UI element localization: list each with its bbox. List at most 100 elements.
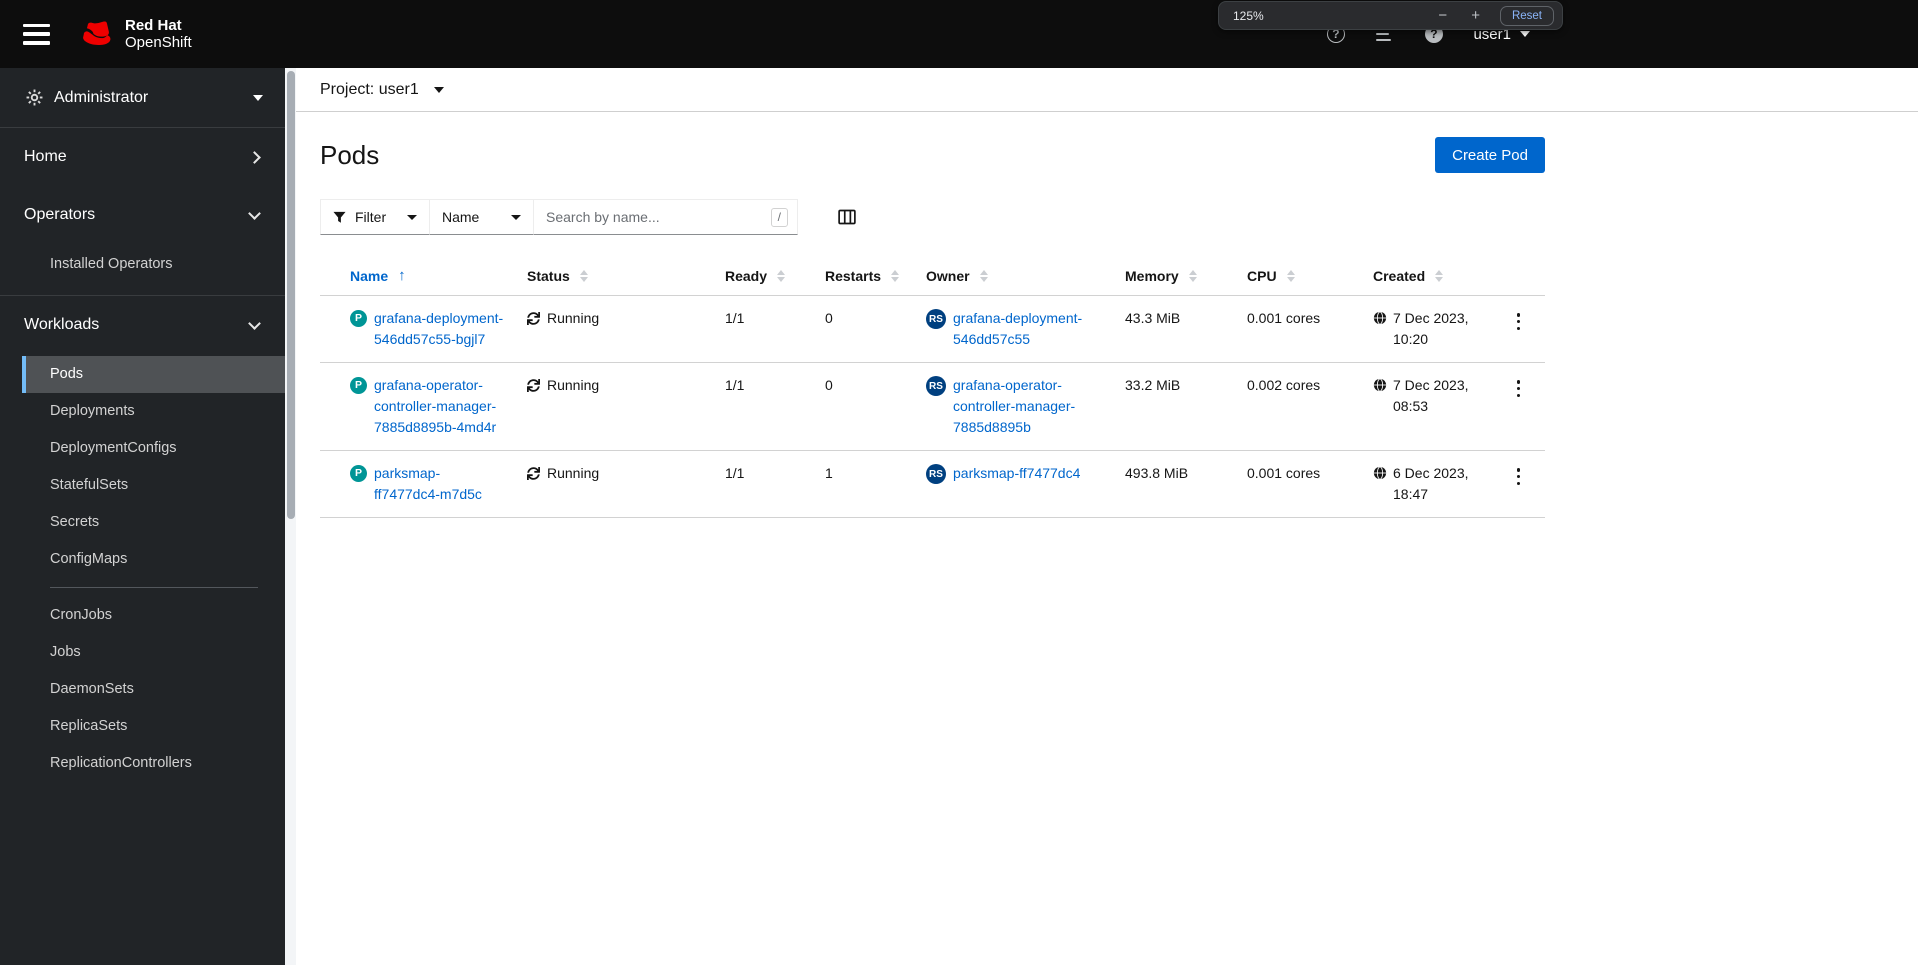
filter-toolbar: Filter Name /: [320, 199, 1545, 235]
owner-link[interactable]: grafana-operator-controller-manager-7885…: [953, 375, 1093, 438]
pod-badge: P: [350, 310, 367, 327]
replicaset-badge: RS: [926, 309, 946, 329]
owner-link[interactable]: grafana-deployment-546dd57c55: [953, 308, 1093, 350]
timestamp: 7 Dec 2023, 08:53: [1393, 377, 1469, 414]
chevron-down-icon: [248, 316, 261, 330]
owner-link[interactable]: parksmap-ff7477dc4: [953, 463, 1080, 484]
chevron-down-icon: [1520, 31, 1530, 37]
zoom-out-button[interactable]: −: [1434, 6, 1451, 25]
sidebar-item-deploymentconfigs[interactable]: DeploymentConfigs: [22, 430, 285, 467]
chevron-down-icon: [248, 206, 261, 220]
sidebar-item-statefulsets[interactable]: StatefulSets: [22, 467, 285, 504]
filter-dropdown[interactable]: Filter: [320, 199, 430, 235]
gear-icon: [26, 89, 43, 106]
column-header-status[interactable]: Status: [511, 259, 709, 296]
create-pod-button[interactable]: Create Pod: [1435, 137, 1545, 173]
replicaset-badge: RS: [926, 464, 946, 484]
column-header-owner[interactable]: Owner: [910, 259, 1109, 296]
project-selector[interactable]: Project: user1: [296, 68, 1918, 112]
home-label: Home: [24, 148, 67, 165]
sidebar-item-secrets[interactable]: Secrets: [22, 504, 285, 541]
timestamp: 7 Dec 2023, 10:20: [1393, 310, 1469, 347]
project-label: Project: user1: [320, 80, 419, 98]
status-text: Running: [547, 377, 600, 393]
column-header-memory[interactable]: Memory: [1109, 259, 1231, 296]
column-header-name[interactable]: Name ↑: [320, 259, 511, 296]
filter-label: Filter: [355, 209, 387, 225]
sort-ascending-icon: ↑: [398, 267, 406, 284]
memory-cell: 493.8 MiB: [1109, 450, 1231, 518]
nav-section-operators: Operators Installed Operators: [0, 186, 285, 295]
chevron-right-icon: [248, 150, 261, 164]
sort-icon: [579, 269, 588, 282]
restarts-cell: 1: [809, 450, 910, 518]
sidebar-nav: Administrator Home Operators Installed O…: [0, 68, 296, 965]
sort-icon: [777, 269, 786, 282]
column-header-actions: [1492, 259, 1545, 296]
attribute-dropdown[interactable]: Name: [429, 199, 534, 235]
sidebar-item-replicationcontrollers[interactable]: ReplicationControllers: [22, 745, 285, 782]
sort-icon: [891, 269, 900, 282]
sidebar-item-replicasets[interactable]: ReplicaSets: [22, 708, 285, 745]
operators-label: Operators: [24, 206, 96, 223]
sidebar-item-deployments[interactable]: Deployments: [22, 393, 285, 430]
caret-down-icon: [253, 94, 263, 101]
column-header-ready[interactable]: Ready: [709, 259, 809, 296]
memory-cell: 43.3 MiB: [1109, 295, 1231, 363]
ready-cell: 1/1: [709, 295, 809, 363]
sidebar-item-pods[interactable]: Pods: [22, 356, 285, 393]
memory-cell: 33.2 MiB: [1109, 362, 1231, 451]
sidebar-item-installed-operators[interactable]: Installed Operators: [22, 246, 285, 283]
menu-toggle-icon[interactable]: [23, 23, 50, 45]
kebab-menu-button[interactable]: [1511, 466, 1527, 487]
filter-icon: [333, 211, 346, 223]
kebab-menu-button[interactable]: [1511, 311, 1527, 332]
column-header-cpu[interactable]: CPU: [1231, 259, 1357, 296]
brand-line1: Red Hat: [125, 17, 182, 34]
pod-name-link[interactable]: parksmap-ff7477dc4-m7d5c: [374, 463, 505, 505]
pods-table: Name ↑ Status Ready Restarts Owner Memory…: [320, 259, 1545, 518]
sidebar-item-configmaps[interactable]: ConfigMaps: [22, 541, 285, 578]
sidebar-item-operators[interactable]: Operators: [0, 186, 285, 244]
perspective-switcher[interactable]: Administrator: [0, 68, 285, 128]
brand-text: Red Hat OpenShift: [125, 17, 192, 51]
zoom-reset-button[interactable]: Reset: [1499, 5, 1554, 26]
sort-icon: [1435, 269, 1444, 282]
sort-icon: [1188, 269, 1197, 282]
attribute-label: Name: [442, 209, 480, 225]
zoom-level: 125%: [1233, 8, 1264, 23]
search-box: /: [533, 199, 798, 235]
caret-down-icon: [433, 86, 444, 93]
status-text: Running: [547, 310, 600, 326]
nav-section-home: Home: [0, 128, 285, 186]
search-input[interactable]: [546, 209, 771, 225]
kebab-menu-button[interactable]: [1511, 378, 1527, 399]
pod-name-link[interactable]: grafana-deployment-546dd57c55-bgjl7: [374, 308, 505, 350]
brand-logo[interactable]: Red Hat OpenShift: [77, 17, 192, 51]
pod-badge: P: [350, 377, 367, 394]
nav-divider: [50, 587, 258, 588]
column-header-restarts[interactable]: Restarts: [809, 259, 910, 296]
sidebar-item-daemonsets[interactable]: DaemonSets: [22, 671, 285, 708]
redhat-fedora-icon: [83, 21, 111, 46]
table-row: Pgrafana-deployment-546dd57c55-bgjl7 Run…: [320, 295, 1545, 363]
column-header-created[interactable]: Created: [1357, 259, 1492, 296]
sidebar-scrollbar[interactable]: [285, 68, 296, 965]
sidebar-item-home[interactable]: Home: [0, 128, 285, 186]
sidebar-item-jobs[interactable]: Jobs: [22, 634, 285, 671]
column-management-button[interactable]: [835, 205, 859, 229]
cpu-cell: 0.001 cores: [1231, 450, 1357, 518]
brand-line2: OpenShift: [125, 34, 192, 51]
globe-icon: [1373, 311, 1387, 325]
masthead: Red Hat OpenShift ? ? user1 125% − + Res…: [0, 0, 1918, 68]
workloads-label: Workloads: [24, 316, 100, 333]
pod-name-link[interactable]: grafana-operator-controller-manager-7885…: [374, 375, 505, 438]
scrollbar-thumb[interactable]: [286, 71, 295, 519]
sort-icon: [1286, 269, 1295, 282]
caret-down-icon: [407, 214, 417, 220]
sidebar-item-workloads[interactable]: Workloads: [0, 296, 285, 354]
project-value: user1: [378, 80, 419, 98]
restarts-cell: 0: [809, 295, 910, 363]
sidebar-item-cronjobs[interactable]: CronJobs: [22, 597, 285, 634]
zoom-in-button[interactable]: +: [1467, 6, 1484, 25]
